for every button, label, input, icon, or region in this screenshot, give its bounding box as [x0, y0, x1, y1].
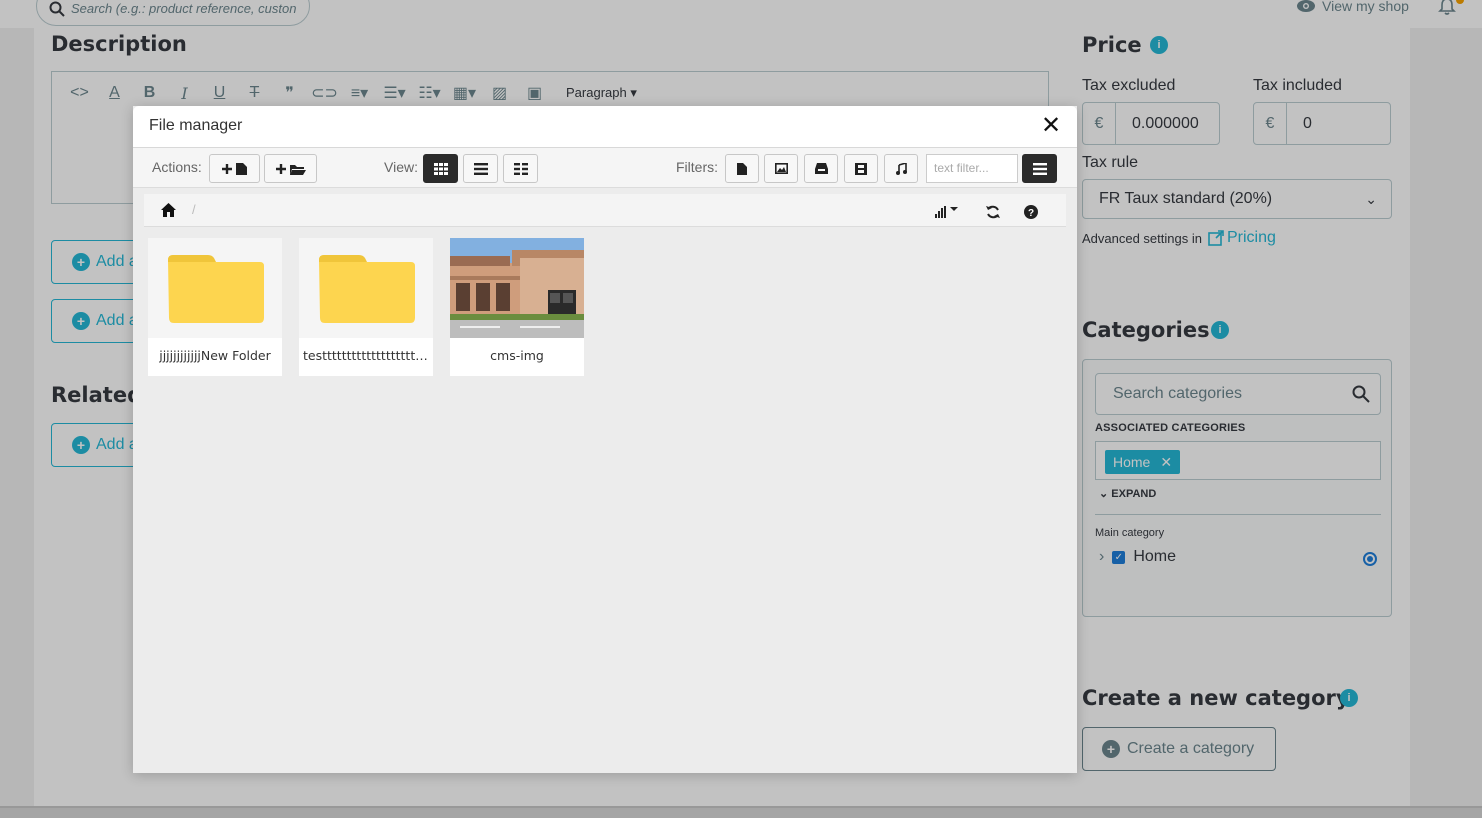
- file-name: testttttttttttttttttttttN...: [303, 348, 433, 363]
- svg-text:?: ?: [1028, 208, 1034, 219]
- view-label: View:: [384, 159, 418, 175]
- close-icon[interactable]: ✕: [1041, 114, 1061, 138]
- sort-icon[interactable]: [933, 204, 963, 220]
- breadcrumb-separator: /: [192, 202, 196, 217]
- new-folder-button[interactable]: [264, 154, 317, 183]
- folder-thumbnail: [148, 238, 282, 338]
- refresh-icon[interactable]: [985, 204, 1001, 220]
- help-icon[interactable]: ?: [1023, 204, 1039, 220]
- columns-icon: [513, 162, 528, 175]
- filter-archives-button[interactable]: [804, 154, 838, 183]
- film-icon: [855, 162, 867, 175]
- file-name: cms-img: [490, 348, 544, 363]
- folder-item[interactable]: jjjjjjjjjjjjNew Folder: [148, 238, 282, 376]
- archive-icon: [814, 163, 828, 174]
- file-manager-modal: File manager ✕ Actions: View: Filters: t…: [133, 106, 1077, 773]
- filter-images-button[interactable]: [764, 154, 798, 183]
- grid-view-button[interactable]: [423, 154, 458, 183]
- columns-view-button[interactable]: [503, 154, 538, 183]
- image-item[interactable]: cms-img: [450, 238, 584, 376]
- music-icon: [896, 162, 907, 175]
- text-filter-placeholder: text filter...: [934, 161, 989, 175]
- folder-icon: [168, 255, 264, 323]
- image-thumbnail: [450, 238, 584, 338]
- modal-title: File manager: [149, 117, 243, 134]
- file-manager-toolbar: Actions: View: Filters: text filter...: [133, 148, 1077, 188]
- add-file-icon: [221, 162, 247, 175]
- breadcrumb: / ?: [144, 194, 1066, 227]
- folder-icon: [319, 255, 415, 323]
- modal-header: File manager ✕: [133, 106, 1077, 148]
- filter-audio-button[interactable]: [884, 154, 918, 183]
- add-folder-icon: [275, 163, 306, 175]
- filter-video-button[interactable]: [844, 154, 878, 183]
- folder-thumbnail: [299, 238, 433, 338]
- filter-all-button[interactable]: [1022, 154, 1057, 183]
- building-photo: [450, 238, 584, 338]
- grid-icon: [433, 162, 448, 175]
- list-icon: [473, 162, 488, 175]
- file-name: jjjjjjjjjjjjNew Folder: [159, 348, 271, 363]
- file-icon: [737, 162, 747, 175]
- filter-files-button[interactable]: [725, 154, 759, 183]
- filters-label: Filters:: [676, 159, 718, 175]
- list-icon: [1032, 162, 1047, 175]
- text-filter-input[interactable]: text filter...: [926, 154, 1018, 183]
- list-view-button[interactable]: [463, 154, 498, 183]
- upload-file-button[interactable]: [209, 154, 260, 183]
- actions-label: Actions:: [152, 159, 202, 175]
- home-icon[interactable]: [161, 203, 176, 217]
- image-icon: [774, 163, 788, 174]
- folder-item[interactable]: testttttttttttttttttttttN...: [299, 238, 433, 376]
